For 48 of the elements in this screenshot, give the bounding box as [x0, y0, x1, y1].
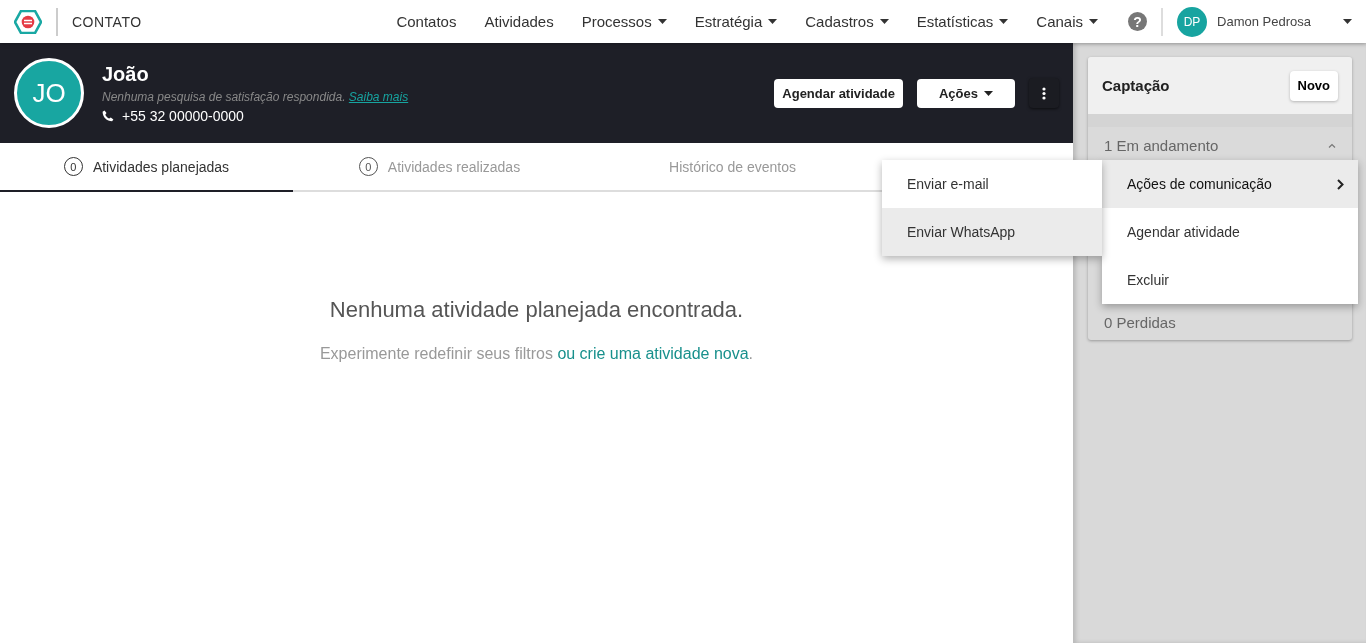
menu-label: Agendar atividade [1127, 224, 1240, 240]
schedule-button[interactable]: Agendar atividade [774, 78, 903, 108]
more-icon [1042, 86, 1046, 100]
tab-label: Atividades planejadas [92, 158, 230, 175]
empty-message: Experimente redefinir seus filtros ou crie uma atividade nova. [319, 345, 754, 363]
menu-item[interactable]: Enviar e-mail [882, 160, 1102, 208]
nav-link[interactable]: Canais [1036, 13, 1099, 30]
new-button[interactable]: Novo [1289, 70, 1338, 101]
help-icon[interactable]: ? [1128, 12, 1148, 31]
menu-item[interactable]: Ações de comunicação [1102, 160, 1358, 208]
user-avatar: DP [1177, 6, 1208, 37]
nav-link[interactable]: Atividades [484, 13, 554, 30]
more-button[interactable] [1029, 78, 1059, 108]
learn-more-link[interactable]: Saiba mais [348, 89, 409, 104]
stage-row[interactable]: 1 Em andamento [1088, 127, 1352, 163]
user-name: Damon Pedrosa [1217, 14, 1311, 29]
menu-item[interactable]: Agendar atividade [1102, 208, 1358, 256]
create-activity-link[interactable]: ou crie uma atividade nova [557, 345, 749, 362]
menu-label: Enviar WhatsApp [907, 224, 1016, 240]
stage-label: 0 Perdidas [1104, 313, 1176, 331]
empty-title: Nenhuma atividade planejada encontrada. [329, 297, 744, 323]
nav-link[interactable]: Contatos [396, 13, 457, 30]
tab-label: Atividades realizadas [387, 158, 521, 175]
stage-label: 1 Em andamento [1104, 136, 1219, 154]
tab-label: Histórico de eventos [669, 158, 796, 175]
phone-number: +55 32 00000-0000 [122, 107, 244, 124]
caret-icon [1343, 19, 1352, 24]
page-title: CONTATO [72, 13, 142, 30]
actions-button[interactable]: Ações [917, 78, 1015, 108]
menu-label: Enviar e-mail [907, 176, 989, 192]
menu-item[interactable]: Excluir [1102, 256, 1358, 304]
phone-icon [102, 109, 114, 122]
logo-icon[interactable] [14, 9, 42, 34]
nav-link[interactable]: Cadastros [805, 13, 889, 30]
tab[interactable]: 0 Atividades realizadas [293, 143, 586, 192]
nav-link[interactable]: Estratégia [694, 13, 778, 30]
user-menu[interactable]: DP Damon Pedrosa [1177, 6, 1352, 37]
contact-avatar: JO [14, 58, 84, 128]
survey-text: Nenhuma pesquisa de satisfação respondida. Saiba mais [102, 89, 409, 104]
contact-name: João [102, 62, 150, 86]
tab[interactable]: 0 Atividades planejadas [0, 143, 293, 192]
menu-label: Excluir [1127, 272, 1169, 288]
pipeline-title: Captação [1102, 77, 1170, 94]
nav-link[interactable]: Estatísticas [916, 13, 1009, 30]
nav-link[interactable]: Processos [581, 13, 667, 30]
menu-label: Ações de comunicação [1127, 176, 1272, 192]
stage-row[interactable]: 0 Perdidas [1088, 304, 1352, 340]
menu-item[interactable]: Enviar WhatsApp [882, 208, 1102, 256]
